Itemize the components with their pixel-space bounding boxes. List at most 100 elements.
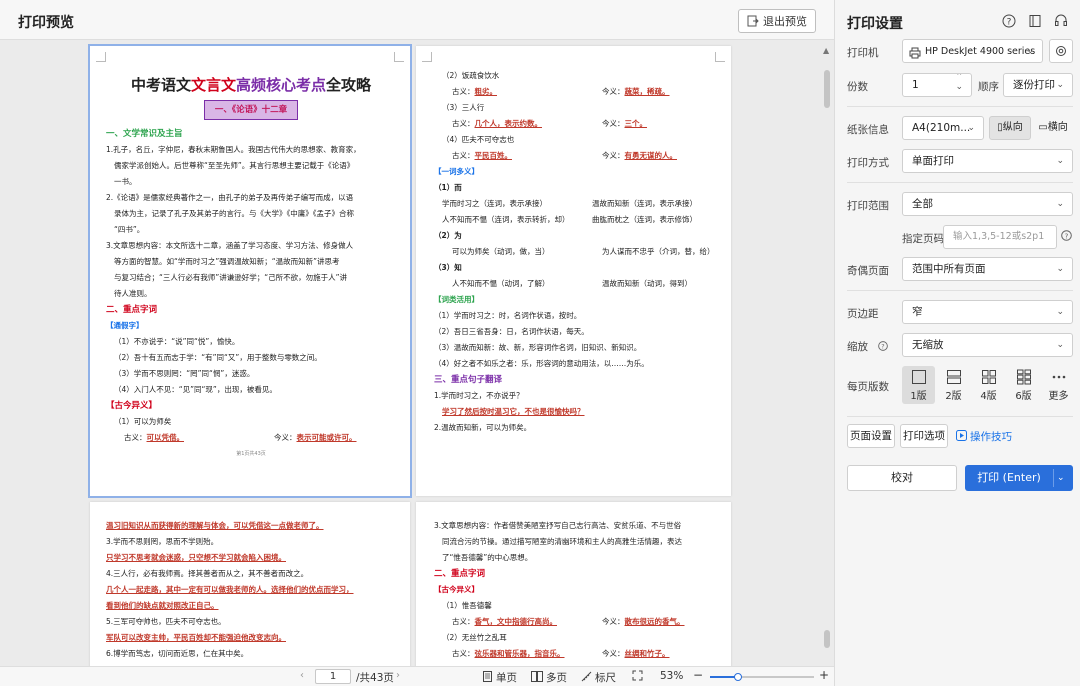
prev-page-icon[interactable]: ‹	[300, 670, 304, 681]
portrait-button[interactable]: ▯纵向	[989, 116, 1031, 140]
headset-icon[interactable]	[1054, 14, 1068, 28]
text-line: 同流合污的节操。通过描写陋室的清幽环境和主人的高雅生活情趣，表达	[442, 537, 682, 546]
single-page-button[interactable]: 单页	[482, 670, 517, 685]
layout-option-2[interactable]: 2版	[937, 366, 970, 404]
fit-page-icon[interactable]	[632, 670, 643, 684]
multi-page-icon	[531, 670, 543, 685]
order-select[interactable]: 逐份打印 ⌄	[1003, 73, 1073, 97]
chevron-down-icon: ⌄	[967, 123, 975, 133]
zoom-slider[interactable]	[710, 673, 814, 681]
text-line: 3.文章思想内容：本文所选十二章，涵盖了学习态度、学习方法、修身做人	[106, 241, 354, 250]
text-line: 4.三人行，必有我师焉。择其善者而从之，其不善者而改之。	[106, 569, 309, 578]
svg-text:?: ?	[881, 344, 884, 351]
stepper-down-icon: ⌄	[955, 82, 963, 92]
text-line: 古义：平民百姓。 今义：有勇无谋的人。	[452, 151, 677, 160]
text-line: （3）知	[434, 263, 462, 272]
scrollbar-thumb[interactable]	[824, 70, 830, 108]
heading: 二、重点字词	[106, 305, 158, 315]
text-line: 6.博学而笃志，切问而近思，仁在其中矣。	[106, 649, 249, 658]
printer-icon	[909, 45, 921, 62]
chevron-down-icon: ⌄	[1056, 156, 1064, 166]
layout-option-4[interactable]: 4版	[972, 366, 1005, 404]
layout-option-6[interactable]: 6版	[1007, 366, 1040, 404]
text-line: 2.温故而知新，可以为师矣。	[434, 423, 532, 432]
page-setup-button[interactable]: 页面设置	[847, 424, 895, 448]
chevron-down-icon: ⌄	[1056, 307, 1064, 317]
text-line: 人不知而不愠（动词，了解） 温故而知新（动词，得到）	[452, 279, 692, 288]
odd-even-select[interactable]: 范围中所有页面 ⌄	[902, 257, 1073, 281]
more-icon	[1052, 375, 1065, 379]
page-numbers-input[interactable]: 输入1,3,5-12或s2p1	[943, 225, 1057, 249]
text-line: 军队可以改变主帅，平民百姓却不能强迫他改变志向。	[106, 633, 286, 642]
app-title: 打印预览	[18, 15, 74, 31]
landscape-button[interactable]: ▭横向	[1033, 116, 1073, 140]
subheading: 【古今异义】	[434, 585, 479, 594]
print-options-button[interactable]: 打印选项	[900, 424, 948, 448]
zoom-in-icon[interactable]: +	[819, 668, 829, 682]
text-line: 看到他们的缺点就对照改正自己。	[106, 601, 219, 610]
scale-help-icon[interactable]: ?	[878, 340, 888, 354]
text-line: 与复习结合；“三人行必有我师”讲谦逊好学；“己所不欲，勿施于人”讲	[114, 273, 348, 282]
info-icon[interactable]: ?	[1061, 230, 1072, 244]
text-line: （1）不亦说乎：“说”同“悦”，愉快。	[114, 337, 240, 346]
page-4-content: 3.文章思想内容：作者借赞美陋室抒写自己志行高洁、安贫乐道、不与世俗 同流合污的…	[434, 518, 724, 662]
paper-size-select[interactable]: A4(210m... ⌄	[902, 116, 984, 140]
paper-row: 纸张信息 A4(210m... ⌄ ▯纵向 ▭横向	[847, 116, 1073, 142]
proofread-button[interactable]: 校对	[847, 465, 957, 491]
page-numbers-row: 指定页码 输入1,3,5-12或s2p1 ?	[847, 225, 1073, 251]
subheading: 【一词多义】	[434, 167, 479, 176]
text-line: （4）入门人不见：“见”同“现”，出现，被看见。	[114, 385, 277, 394]
page-3[interactable]: 温习旧知识从而获得新的理解与体会，可以凭借这一点做老师了。 3.学而不思则罔，思…	[90, 502, 410, 666]
text-line: （1）学而时习之：时，名词作状语，按时。	[434, 311, 582, 320]
help-icon[interactable]: ?	[1002, 14, 1016, 28]
text-line: 古义：香气，文中指德行高尚。 今义：散布很远的香气。	[452, 617, 685, 626]
next-page-icon[interactable]: ›	[396, 670, 400, 681]
print-range-select[interactable]: 全部 ⌄	[902, 192, 1073, 216]
chevron-down-icon: ⌄	[1026, 46, 1034, 56]
text-line: 待人准则。	[114, 289, 152, 298]
printer-select[interactable]: HP DeskJet 4900 series ⌄	[902, 39, 1043, 63]
text-line: 了“惟吾德馨”的中心思想。	[442, 553, 533, 562]
copies-stepper[interactable]: 1 ⌃ ⌄	[902, 73, 972, 97]
tips-link[interactable]: 操作技巧	[956, 429, 1012, 444]
print-mode-select[interactable]: 单面打印 ⌄	[902, 149, 1073, 173]
preview-canvas[interactable]: 中考语文文言文高频核心考点全攻略 一、《论语》十二章 一、文学常识及主旨 1.孔…	[0, 40, 834, 666]
four-up-icon	[981, 370, 996, 384]
layout-option-more[interactable]: 更多	[1042, 366, 1075, 404]
text-line: 1.学而时习之，不亦说乎？	[434, 391, 524, 400]
print-button[interactable]: 打印 (Enter) ⌄	[965, 465, 1073, 491]
printer-properties-button[interactable]	[1049, 39, 1073, 63]
page-4[interactable]: 3.文章思想内容：作者借赞美陋室抒写自己志行高洁、安贫乐道、不与世俗 同流合污的…	[416, 502, 731, 666]
chevron-down-icon[interactable]: ⌄	[1057, 465, 1065, 491]
divider	[847, 106, 1073, 107]
scroll-up-icon[interactable]: ▲	[823, 46, 829, 55]
text-line: 儒家学派创始人。后世尊称“至圣先师”。其言行思想主要记载于《论语》	[114, 161, 355, 170]
multi-page-button[interactable]: 多页	[531, 670, 567, 685]
page-1-content: 中考语文文言文高频核心考点全攻略 一、《论语》十二章 一、文学常识及主旨 1.孔…	[106, 72, 396, 462]
zoom-out-icon[interactable]: −	[693, 668, 703, 682]
scrollbar-lower-thumb[interactable]	[824, 630, 830, 648]
svg-text:?: ?	[1065, 232, 1069, 240]
play-icon	[956, 429, 967, 444]
text-line: 2.《论语》是儒家经典著作之一，由孔子的弟子及再传弟子编写而成，以语	[106, 193, 354, 202]
scale-select[interactable]: 无缩放 ⌄	[902, 333, 1073, 357]
vertical-scrollbar[interactable]: ▲	[821, 40, 833, 666]
book-icon[interactable]	[1028, 14, 1042, 28]
subheading: 【通假字】	[106, 321, 144, 330]
text-line: 5.三军可夺帅也，匹夫不可夺志也。	[106, 617, 226, 626]
page-2[interactable]: （2）饭疏食饮水 古义：粗劣。 今义：蔬菜，稀疏。 （3）三人行 古义：几个人，表…	[416, 46, 731, 496]
page-1[interactable]: 中考语文文言文高频核心考点全攻略 一、《论语》十二章 一、文学常识及主旨 1.孔…	[88, 44, 412, 498]
text-line: （3）学而不思则罔：“罔”同“惘”，迷惑。	[114, 369, 255, 378]
corner-mark	[422, 52, 432, 62]
chevron-down-icon: ⌄	[1056, 199, 1064, 209]
layout-option-1[interactable]: 1版	[902, 366, 935, 404]
zoom-slider-handle[interactable]	[734, 673, 742, 681]
margin-select[interactable]: 窄 ⌄	[902, 300, 1073, 324]
page-number-input[interactable]: 1	[315, 669, 351, 684]
page-footer: 第1页共43页	[236, 451, 266, 457]
text-line: 录体为主，记录了孔子及其弟子的言行。与《大学》《中庸》《孟子》合称	[114, 209, 354, 218]
page-total: /共43页	[356, 672, 394, 684]
exit-preview-button[interactable]: 退出预览	[738, 9, 816, 33]
text-line: （1）惟吾德馨	[442, 601, 492, 610]
ruler-button[interactable]: 标尺	[581, 670, 616, 685]
